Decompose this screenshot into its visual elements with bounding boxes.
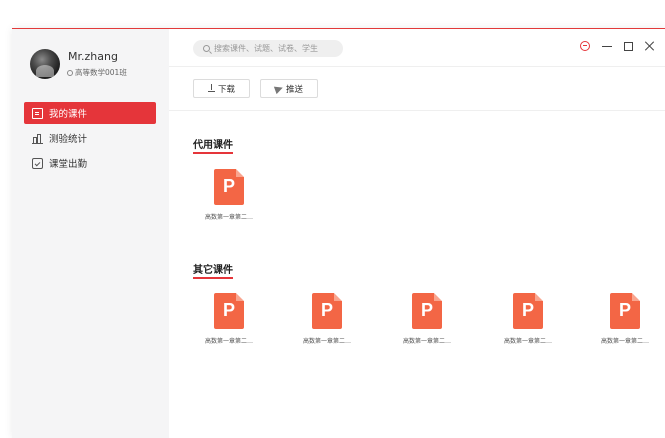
- app-window: Mr.zhang 高等数学001班 我的课件 测验统计 课堂出勤 搜索课件、试题…: [12, 28, 665, 438]
- username: Mr.zhang: [68, 50, 118, 63]
- search-icon: [203, 45, 210, 52]
- toolbar: 下载 推送: [169, 67, 665, 111]
- bar-chart-icon: [32, 133, 43, 144]
- push-button[interactable]: 推送: [260, 79, 318, 98]
- section-title-used: 代用课件: [193, 136, 233, 154]
- ppt-file-icon: P: [513, 293, 543, 329]
- maximize-icon[interactable]: [624, 41, 633, 51]
- class-name: 高等数学001班: [67, 67, 127, 78]
- main-content: 下载 推送 代用课件 P 高数第一章第二… 其它课件 P 高数第一章第二… P …: [169, 29, 665, 438]
- courseware-icon: [32, 107, 43, 119]
- close-icon[interactable]: [645, 41, 655, 51]
- search-input[interactable]: [214, 44, 334, 53]
- sidebar-item-label: 我的课件: [49, 109, 88, 120]
- sidebar-item-attendance[interactable]: 课堂出勤: [24, 152, 156, 174]
- sidebar-item-my-courseware[interactable]: 我的课件: [24, 102, 156, 124]
- file-item[interactable]: P 高数第一章第二…: [199, 169, 259, 239]
- ppt-file-icon: P: [412, 293, 442, 329]
- send-icon: [273, 83, 285, 94]
- file-name: 高数第一章第二…: [503, 338, 552, 345]
- class-label: 高等数学001班: [75, 68, 127, 77]
- search-box[interactable]: [193, 40, 343, 57]
- download-icon: [207, 84, 215, 92]
- file-item[interactable]: P 高数第一章第二…: [297, 293, 357, 363]
- window-controls: [580, 41, 655, 51]
- section-title-other: 其它课件: [193, 261, 233, 279]
- ppt-file-icon: P: [214, 169, 244, 205]
- file-name: 高数第一章第二…: [204, 214, 253, 221]
- file-name: 高数第一章第二…: [402, 338, 451, 345]
- location-icon: [67, 69, 73, 76]
- sidebar-item-quiz-stats[interactable]: 测验统计: [24, 127, 156, 149]
- file-item[interactable]: P 高数第一章第二…: [397, 293, 457, 363]
- file-name: 高数第一章第二…: [302, 338, 351, 345]
- attendance-calendar-icon: [32, 157, 43, 169]
- download-label: 下载: [217, 84, 235, 95]
- ppt-file-icon: P: [312, 293, 342, 329]
- file-item[interactable]: P 高数第一章第二…: [595, 293, 655, 363]
- top-bar: [169, 29, 665, 67]
- sidebar: Mr.zhang 高等数学001班 我的课件 测验统计 课堂出勤: [12, 29, 169, 438]
- file-name: 高数第一章第二…: [204, 338, 253, 345]
- user-profile[interactable]: Mr.zhang 高等数学001班: [30, 49, 160, 83]
- ppt-file-icon: P: [214, 293, 244, 329]
- ppt-file-icon: P: [610, 293, 640, 329]
- file-item[interactable]: P 高数第一章第二…: [498, 293, 558, 363]
- minimize-icon[interactable]: [602, 45, 612, 47]
- sidebar-nav: 我的课件 测验统计 课堂出勤: [24, 102, 156, 177]
- logout-icon[interactable]: [580, 41, 590, 51]
- sidebar-item-label: 测验统计: [49, 134, 88, 145]
- file-item[interactable]: P 高数第一章第二…: [199, 293, 259, 363]
- sidebar-item-label: 课堂出勤: [49, 159, 88, 170]
- download-button[interactable]: 下载: [193, 79, 250, 98]
- file-name: 高数第一章第二…: [600, 338, 649, 345]
- push-label: 推送: [285, 84, 303, 95]
- avatar[interactable]: [30, 49, 60, 79]
